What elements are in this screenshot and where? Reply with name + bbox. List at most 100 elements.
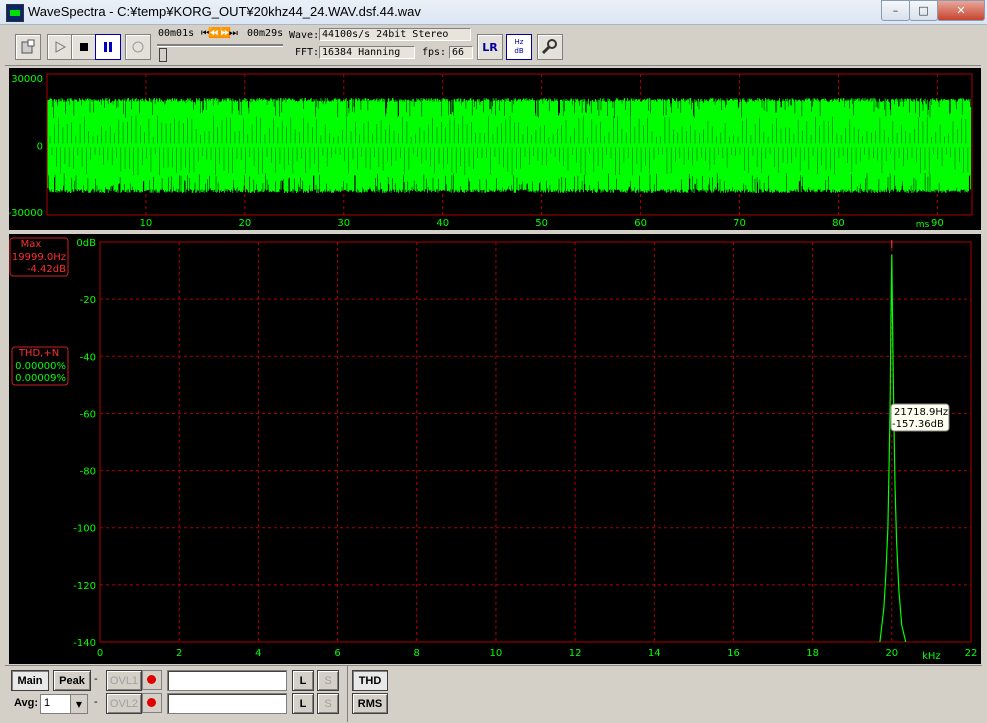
fft-label: FFT: [295, 47, 320, 58]
seek-thumb[interactable] [159, 48, 167, 62]
separator-dash-2: - [94, 696, 98, 708]
spectrum-x-tick-label: 16 [727, 648, 740, 659]
spectrum-y-tick-label: 0dB [76, 238, 96, 249]
spectrum-x-tick-label: 10 [490, 648, 503, 659]
max-level: -4.42dB [27, 264, 66, 275]
spectrum-y-tick-label: -80 [80, 467, 96, 478]
overlay1-left-button[interactable]: L [292, 670, 314, 691]
window-title: WaveSpectra - C:¥temp¥KORG_OUT¥20khz44_2… [28, 4, 421, 19]
wave-label: Wave: [289, 30, 320, 41]
spectrum-panel: 0 2 4 6 8 10 12 14 16 18 20 22 kHz 0dB -20 -40 -60 -80 -10… [9, 234, 981, 664]
time-total: 00m29s [247, 28, 284, 39]
waveform-panel: 10 20 30 40 50 60 70 80 90 ms 30000 0 -30000 [8, 68, 981, 230]
cursor-readout: 21718.9Hz -157.36dB [890, 403, 950, 432]
spectrum-x-tick-label: 0 [97, 648, 103, 659]
lr-channel-button[interactable]: LR [477, 34, 503, 60]
spectrum-x-unit: kHz [922, 651, 941, 662]
pause-icon [104, 42, 112, 52]
scope-x-tick-label: 40 [436, 218, 449, 229]
open-file-button[interactable] [15, 34, 41, 60]
average-label: Avg: [14, 697, 39, 709]
maximize-button[interactable]: □ [909, 0, 938, 21]
thdn-value: 0.00009% [15, 373, 66, 384]
settings-button[interactable] [537, 34, 563, 60]
max-info-box: Max 19999.0Hz -4.42dB [9, 237, 69, 277]
stop-button[interactable] [71, 34, 97, 60]
overlay2-left-button[interactable]: L [292, 693, 314, 714]
pause-button[interactable] [95, 34, 121, 60]
close-button[interactable]: ✕ [937, 0, 985, 21]
seek-controls[interactable]: ⏮⏪⏩⏭ [201, 28, 238, 39]
thd-button[interactable]: THD [352, 670, 388, 691]
hz-label: Hz [514, 38, 524, 46]
seek-track[interactable] [157, 44, 283, 47]
spectrum-y-tick-label: -140 [73, 638, 96, 649]
wave-format: 44100s/s 24bit Stereo [319, 28, 471, 41]
toolbar: 00m01s ⏮⏪⏩⏭ 00m29s Wave: 44100s/s 24bit … [5, 25, 981, 66]
scope-x-unit: ms [916, 220, 930, 230]
spectrum-x-tick-label: 12 [569, 648, 582, 659]
average-select[interactable]: 1 ▼ [40, 694, 88, 714]
scope-x-tick-label: 90 [931, 218, 944, 229]
overlay1-name-field[interactable] [167, 670, 287, 691]
time-elapsed: 00m01s [158, 28, 195, 39]
fft-setting: 16384 Hanning [319, 46, 415, 59]
scope-x-tick-label: 20 [238, 218, 251, 229]
fps-value: 66 [449, 46, 473, 59]
app-icon [6, 4, 24, 22]
peak-button[interactable]: Peak [53, 670, 91, 691]
spectrum-y-tick-label: -20 [80, 295, 96, 306]
chevron-down-icon[interactable]: ▼ [70, 695, 87, 713]
scope-x-tick-label: 60 [634, 218, 647, 229]
cursor-level: -157.36dB [892, 419, 944, 430]
scope-x-tick-label: 80 [832, 218, 845, 229]
scope-y-tick-label: 30000 [11, 74, 43, 85]
main-button[interactable]: Main [11, 670, 49, 691]
title-bar: WaveSpectra - C:¥temp¥KORG_OUT¥20khz44_2… [0, 0, 987, 25]
play-button[interactable] [47, 34, 73, 60]
scope-x-tick-label: 50 [535, 218, 548, 229]
overlay2-button[interactable]: OVL2 [106, 693, 142, 714]
open-file-icon [21, 39, 35, 54]
overlay2-stereo-button[interactable]: S [317, 693, 339, 714]
waveform-plot: 10 20 30 40 50 60 70 80 90ms 30000 0 -30000 [8, 73, 973, 230]
spectrum-x-tick-label: 22 [965, 648, 978, 659]
minimize-button[interactable]: – [881, 0, 910, 21]
scope-x-tick-label: 10 [140, 218, 153, 229]
max-title: Max [21, 239, 42, 250]
hz-db-scale-button[interactable]: Hz dB [506, 34, 532, 60]
record-overlay1-button[interactable] [142, 670, 162, 690]
spectrum-x-tick-label: 14 [648, 648, 661, 659]
overlay2-name-field[interactable] [167, 693, 287, 714]
separator-dash-1: - [94, 673, 98, 685]
overlay1-stereo-button[interactable]: S [317, 670, 339, 691]
spectrum-x-tick-label: 20 [885, 648, 898, 659]
spectrum-y-tick-label: -120 [73, 581, 96, 592]
scope-y-tick-label: 0 [37, 142, 43, 153]
scope-y-tick-label: -30000 [9, 208, 43, 219]
record-button[interactable] [125, 34, 151, 60]
spectrum-x-tick-label: 8 [414, 648, 420, 659]
spectrum-y-tick-label: -40 [80, 352, 96, 363]
rms-button[interactable]: RMS [352, 693, 388, 714]
thd-title: THD,+N [18, 348, 59, 359]
spectrum-x-tick-label: 2 [176, 648, 182, 659]
record-overlay2-button[interactable] [142, 693, 162, 713]
spectrum-y-tick-label: -60 [80, 409, 96, 420]
max-frequency: 19999.0Hz [12, 252, 66, 263]
scope-x-tick-label: 70 [733, 218, 746, 229]
spectrum-x-tick-label: 18 [806, 648, 819, 659]
waveform-trace [47, 98, 972, 193]
spectrum-y-tick-label: -100 [73, 524, 96, 535]
play-icon [55, 41, 67, 53]
overlay1-button[interactable]: OVL1 [106, 670, 142, 691]
cursor-frequency: 21718.9Hz [894, 407, 948, 418]
bottom-controls: Main Peak - OVL1 L S Avg: 1 ▼ - OVL2 L S… [5, 665, 982, 722]
divider [347, 666, 348, 722]
thd-value: 0.00000% [15, 361, 66, 372]
fps-label: fps: [422, 47, 447, 58]
stop-icon [80, 43, 88, 51]
db-label: dB [514, 47, 524, 55]
spectrum-x-tick-label: 6 [334, 648, 340, 659]
scope-x-tick-label: 30 [337, 218, 350, 229]
